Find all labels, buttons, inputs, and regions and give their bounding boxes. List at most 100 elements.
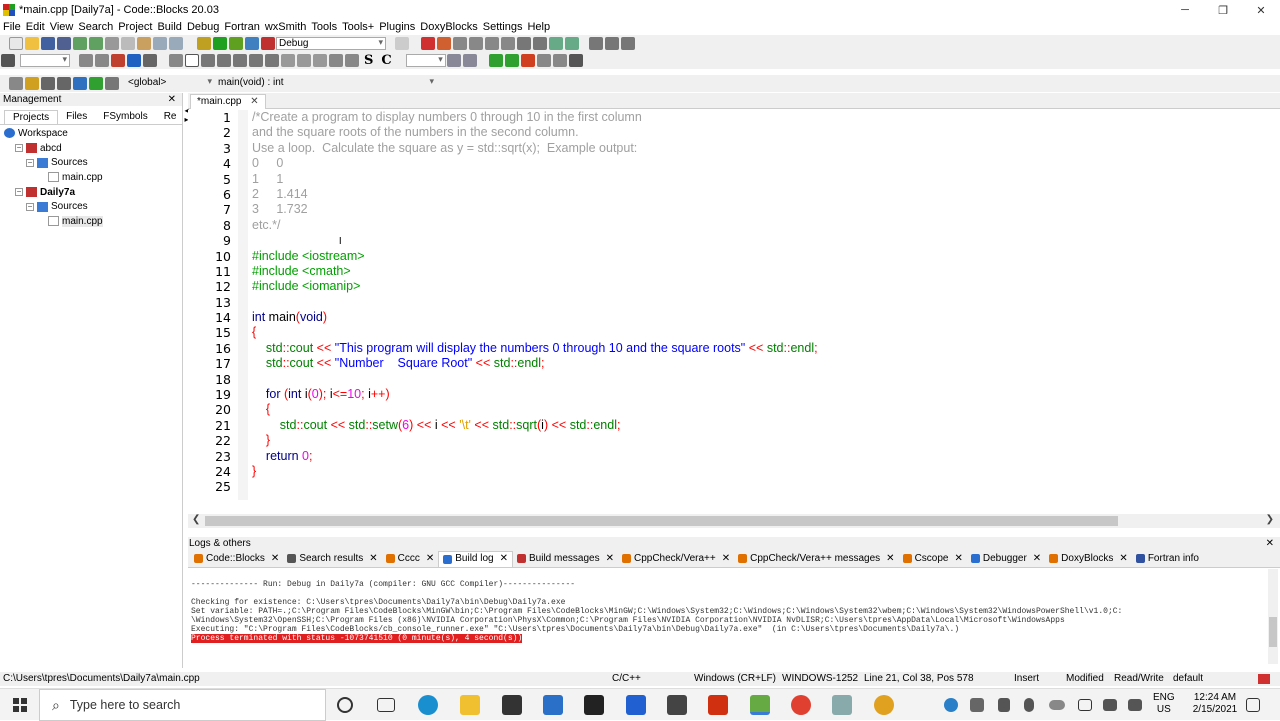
doxy-icon-2[interactable] xyxy=(25,77,39,90)
clear-flags-icon[interactable] xyxy=(568,54,583,67)
zoom-out-icon[interactable] xyxy=(345,54,359,67)
shape-icon-4[interactable] xyxy=(249,54,263,67)
log-tab-debugger[interactable]: Debugger ✕ xyxy=(967,551,1045,567)
close-icon[interactable]: ✕ xyxy=(1119,551,1127,567)
onedrive-icon[interactable] xyxy=(1049,700,1065,710)
prev-bookmark-icon[interactable] xyxy=(488,54,503,67)
rect-icon[interactable] xyxy=(185,54,199,67)
minimize-button[interactable]: ─ xyxy=(1166,0,1204,20)
log-tab-cppcheck-vera-messages[interactable]: CppCheck/Vera++ messages ✕ xyxy=(734,551,898,567)
shape-icon-7[interactable] xyxy=(297,54,311,67)
microphone-icon[interactable] xyxy=(1024,698,1034,712)
paste-icon[interactable] xyxy=(137,37,151,50)
collapse-icon[interactable]: − xyxy=(26,202,34,211)
cut-icon[interactable] xyxy=(105,37,119,50)
c-letter-icon[interactable]: C xyxy=(381,53,391,68)
save-icon[interactable] xyxy=(41,37,55,50)
chrome-icon[interactable] xyxy=(791,695,811,715)
menu-plugins[interactable]: Plugins xyxy=(379,21,415,33)
tree-item[interactable]: − Sources xyxy=(0,199,182,214)
pause-icon[interactable] xyxy=(517,37,531,50)
tree-item[interactable]: − abcd xyxy=(0,141,182,156)
toggle-icon[interactable] xyxy=(1,54,15,67)
shape-icon-3[interactable] xyxy=(233,54,247,67)
notepad-icon[interactable] xyxy=(832,695,852,715)
cortana-icon[interactable] xyxy=(337,697,353,713)
comment-block-icon[interactable] xyxy=(41,77,55,90)
step-into-icon[interactable] xyxy=(469,37,483,50)
collapse-icon[interactable]: − xyxy=(26,158,34,167)
file-explorer-icon[interactable] xyxy=(460,695,480,715)
management-close-icon[interactable]: ✕ xyxy=(168,93,176,106)
scroll-right-icon[interactable]: ❯ xyxy=(1266,514,1274,525)
log-tab-build-log[interactable]: Build log ✕ xyxy=(438,550,513,567)
mail-icon[interactable] xyxy=(543,695,563,715)
edge-icon[interactable] xyxy=(418,695,438,715)
menu-settings[interactable]: Settings xyxy=(483,21,523,33)
log-tab-cscope[interactable]: Cscope ✕ xyxy=(899,551,967,567)
menu-view[interactable]: View xyxy=(50,21,74,33)
notifications-icon[interactable] xyxy=(1246,698,1260,712)
doxy-icon-1[interactable] xyxy=(9,77,23,90)
dropbox-icon[interactable] xyxy=(626,695,646,715)
menu-help[interactable]: Help xyxy=(527,21,550,33)
log-tab-code-blocks[interactable]: Code::Blocks ✕ xyxy=(190,551,283,567)
close-button[interactable]: ✕ xyxy=(1242,0,1280,20)
input-language[interactable]: ENG US xyxy=(1153,692,1175,716)
scroll-thumb[interactable] xyxy=(205,516,1118,526)
menu-tools[interactable]: Tools xyxy=(311,21,337,33)
logs-vertical-scrollbar[interactable] xyxy=(1268,569,1278,664)
codeblocks-taskbar-icon[interactable] xyxy=(750,695,770,715)
management-tab-fsymbols[interactable]: FSymbols xyxy=(95,110,155,124)
flag-prev-icon[interactable] xyxy=(536,54,551,67)
open-folder-icon[interactable] xyxy=(25,37,39,50)
tree-item[interactable]: main.cpp xyxy=(0,170,182,185)
collapse-icon[interactable]: − xyxy=(15,188,23,197)
fold-margin[interactable] xyxy=(238,110,248,500)
abort-icon[interactable] xyxy=(261,37,275,50)
settings-tool-icon[interactable] xyxy=(462,54,477,67)
tree-item[interactable]: − Sources xyxy=(0,155,182,170)
select-icon[interactable] xyxy=(169,54,183,67)
replace-icon[interactable] xyxy=(169,37,183,50)
menu-file[interactable]: File xyxy=(3,21,21,33)
close-icon[interactable]: ✕ xyxy=(500,551,508,567)
match-case-icon[interactable] xyxy=(127,54,141,67)
next-instruction-icon[interactable] xyxy=(501,37,515,50)
shape-icon-5[interactable] xyxy=(265,54,279,67)
taskbar-search-box[interactable]: ⌕ Type here to search xyxy=(39,689,326,721)
tree-item[interactable]: main.cpp xyxy=(0,214,182,229)
close-icon[interactable]: ✕ xyxy=(1033,551,1041,567)
app-icon[interactable] xyxy=(667,695,687,715)
run-icon[interactable] xyxy=(213,37,227,50)
logs-close-icon[interactable]: ✕ xyxy=(1266,537,1274,550)
tray-icon-2[interactable] xyxy=(998,698,1010,712)
debug-windows-icon[interactable] xyxy=(549,37,563,50)
new-file-icon[interactable] xyxy=(9,37,23,50)
forward-arrow-icon[interactable] xyxy=(95,54,109,67)
log-tab-doxyblocks[interactable]: DoxyBlocks ✕ xyxy=(1045,551,1132,567)
code-editor[interactable]: 1 2 3 4 5 6 7 8 9 10 11 12 13 14 15 16 17 18 19 20 21 22 23 24 2… xyxy=(188,110,1278,514)
management-tab-re[interactable]: Re xyxy=(156,110,185,124)
debug-start-icon[interactable] xyxy=(421,37,435,50)
build-run-icon[interactable] xyxy=(229,37,243,50)
highlight-icon[interactable] xyxy=(111,54,125,67)
function-select[interactable]: main(void) : int xyxy=(216,76,436,90)
s-letter-icon[interactable]: S xyxy=(364,53,373,68)
log-tab-build-messages[interactable]: Build messages ✕ xyxy=(513,551,618,567)
shape-icon-2[interactable] xyxy=(217,54,231,67)
build-target-select[interactable]: Debug xyxy=(276,37,386,50)
zoom-combo[interactable] xyxy=(405,54,446,67)
tab-close-icon[interactable]: ✕ xyxy=(250,96,258,107)
log-tab-cccc[interactable]: Cccc ✕ xyxy=(382,551,439,567)
stop-debug-icon[interactable] xyxy=(533,37,547,50)
wrench-icon[interactable] xyxy=(105,77,119,90)
next-line-icon[interactable] xyxy=(453,37,467,50)
scroll-left-icon[interactable]: ❮ xyxy=(192,514,200,525)
tray-app-icon[interactable] xyxy=(970,698,984,712)
shape-icon-8[interactable] xyxy=(313,54,327,67)
menu-tools-[interactable]: Tools+ xyxy=(342,21,374,33)
step-out-icon[interactable] xyxy=(485,37,499,50)
menu-debug[interactable]: Debug xyxy=(187,21,219,33)
menu-build[interactable]: Build xyxy=(157,21,181,33)
